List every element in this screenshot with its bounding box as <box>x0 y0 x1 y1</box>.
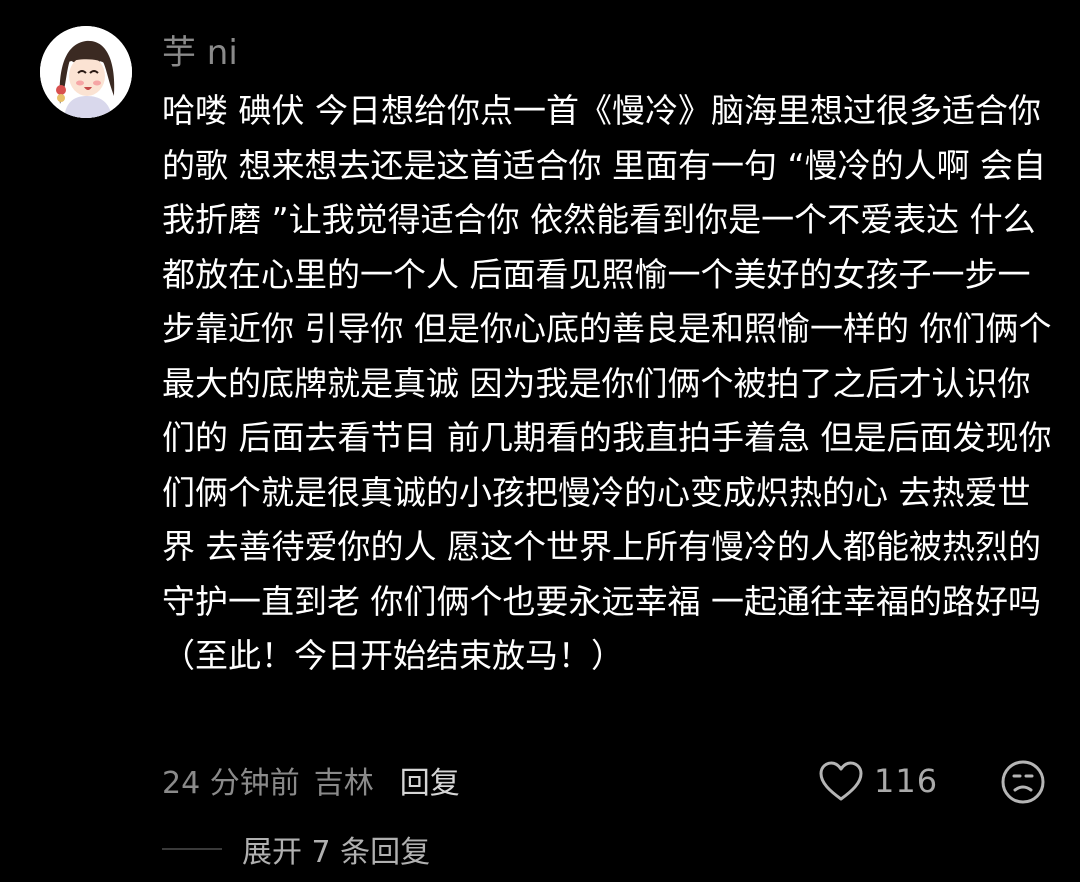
reply-button[interactable]: 回复 <box>400 758 460 802</box>
avatar[interactable] <box>40 26 132 118</box>
dislike-button[interactable] <box>1000 759 1046 805</box>
like-count: 116 <box>874 762 939 800</box>
avatar-illustration <box>40 26 132 118</box>
comment-text: 哈喽 碘伏 今日想给你点一首《慢冷》脑海里想过很多适合你的歌 想来想去还是这首适… <box>162 91 1052 675</box>
expand-replies-label: 展开 7 条回复 <box>242 835 431 870</box>
username[interactable]: 芋 ni <box>162 30 238 76</box>
like-button[interactable]: 116 <box>818 757 938 805</box>
timestamp: 24 分钟前 <box>162 766 300 801</box>
location: 吉林 <box>313 766 374 801</box>
expand-replies-button[interactable]: 展开 7 条回复 <box>162 826 430 872</box>
comment-meta: 24 分钟前 吉林 回复 <box>162 757 460 803</box>
sad-face-icon <box>1001 760 1045 804</box>
heart-icon <box>819 761 863 801</box>
comment-item: 芋 ni 哈喽 碘伏 今日想给你点一首《慢冷》脑海里想过很多适合你的歌 想来想去… <box>0 0 1080 882</box>
divider-line <box>162 848 222 850</box>
